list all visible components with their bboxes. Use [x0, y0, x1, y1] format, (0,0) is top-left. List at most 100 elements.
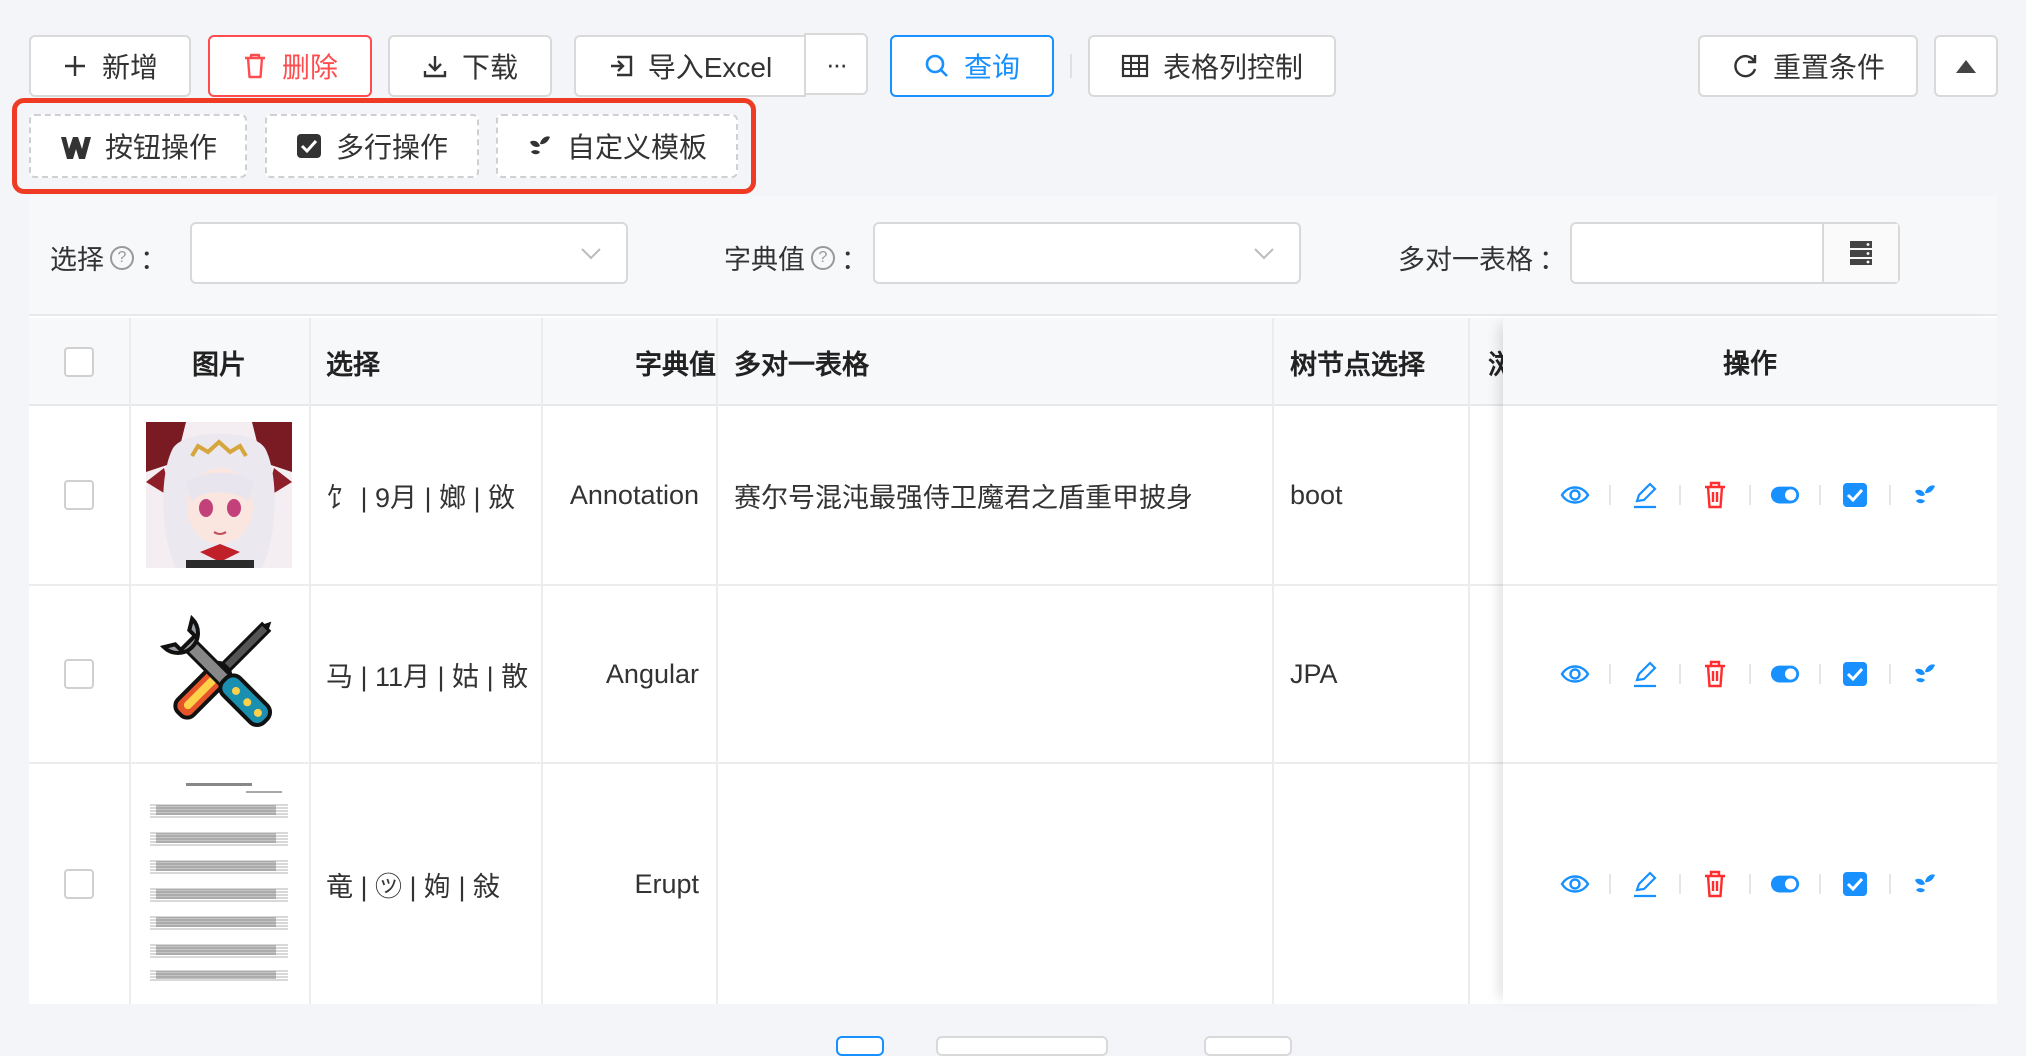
eye-icon[interactable]	[1560, 869, 1590, 899]
row-checkbox[interactable]	[64, 480, 94, 510]
row-checkbox[interactable]	[64, 659, 94, 689]
reload-icon	[1734, 54, 1757, 78]
main-panel: 选择 ? ： 字典值 ? ： 多对一表格 ： 图片 选择 字典值 多对一表格 树…	[29, 196, 1997, 1004]
checkbox-checked-icon[interactable]	[1840, 659, 1870, 689]
many-to-one-cell	[734, 764, 1264, 1004]
select-cell: 饣 | 9月 | 嫏 | 敓	[326, 482, 516, 513]
column-control-button[interactable]: 表格列控制	[1088, 35, 1336, 97]
many-to-one-filter-label: 多对一表格 ：	[1398, 245, 1566, 275]
dict-filter-label: 字典值 ? ：	[724, 245, 868, 275]
action-divider	[1609, 485, 1611, 505]
row-checkbox[interactable]	[64, 869, 94, 899]
trash-icon[interactable]	[1700, 659, 1730, 689]
image-cell	[145, 764, 293, 1004]
import-excel-button-label: 导入Excel	[647, 52, 773, 83]
reset-button-label: 重置条件	[1772, 52, 1885, 83]
plus-icon	[64, 56, 85, 76]
dict-cell: Erupt	[634, 868, 699, 899]
more-icon: ···	[826, 48, 848, 79]
import-excel-button[interactable]: 导入Excel	[574, 35, 806, 97]
toggle-on-icon[interactable]	[1770, 659, 1800, 689]
checkbox-checked-icon[interactable]	[1840, 869, 1870, 899]
action-divider	[1679, 664, 1681, 684]
sprout-icon[interactable]	[1910, 659, 1940, 689]
action-divider	[1679, 874, 1681, 894]
header-image: 图片	[192, 349, 246, 380]
many-to-one-cell: 赛尔号混沌最强侍卫魔君之盾重甲披身	[734, 482, 1193, 513]
action-divider	[1889, 664, 1891, 684]
dict-cell: Angular	[605, 658, 699, 689]
help-icon[interactable]: ?	[110, 245, 134, 270]
select-filter-label: 选择 ? ：	[50, 245, 167, 275]
reset-button[interactable]: 重置条件	[1698, 35, 1918, 97]
tree-cell: JPA	[1290, 658, 1338, 689]
chevron-down-icon	[581, 248, 601, 260]
download-button[interactable]: 下载	[388, 35, 552, 97]
more-button[interactable]: ···	[804, 33, 868, 95]
select-all-checkbox[interactable]	[64, 347, 94, 377]
header-ops: 操作	[1503, 318, 1997, 406]
sprout-icon[interactable]	[1910, 869, 1940, 899]
trash-icon	[244, 53, 265, 79]
table-icon	[1121, 54, 1149, 78]
image-cell	[145, 406, 293, 584]
row-checkbox-cell	[29, 764, 129, 1004]
toggle-on-icon[interactable]	[1770, 480, 1800, 510]
header-tree: 树节点选择	[1290, 349, 1425, 380]
edit-icon[interactable]	[1630, 869, 1660, 899]
sheet-music-image[interactable]	[146, 777, 292, 991]
action-divider	[1819, 664, 1821, 684]
pagination-size-select[interactable]	[936, 1036, 1108, 1056]
edit-icon[interactable]	[1630, 659, 1660, 689]
caret-up-icon	[1956, 60, 1976, 73]
query-button-label: 查询	[963, 52, 1020, 83]
image-cell	[145, 586, 293, 762]
select-cell: 竜 | ㋡ | 姰 | 敍	[326, 871, 501, 902]
query-button[interactable]: 查询	[890, 35, 1054, 97]
add-button-label: 新增	[101, 52, 158, 83]
select-filter-dropdown[interactable]	[190, 222, 628, 284]
search-icon	[925, 54, 948, 77]
many-to-one-filter-input[interactable]	[1570, 222, 1900, 284]
column-control-button-label: 表格列控制	[1162, 52, 1303, 83]
row-checkbox-cell	[29, 586, 129, 762]
dict-cell: Annotation	[569, 479, 699, 510]
highlight-box	[12, 98, 756, 194]
download-button-label: 下载	[461, 52, 518, 83]
header-select-all	[29, 318, 129, 406]
toggle-on-icon[interactable]	[1770, 869, 1800, 899]
pagination-jump-input[interactable]	[1204, 1036, 1292, 1056]
delete-button-label: 删除	[281, 52, 338, 83]
action-divider	[1749, 874, 1751, 894]
sprout-icon[interactable]	[1910, 480, 1940, 510]
collapse-button[interactable]	[1934, 35, 1998, 97]
eye-icon[interactable]	[1560, 659, 1590, 689]
help-icon[interactable]: ?	[811, 245, 835, 270]
row-actions	[1503, 406, 1997, 586]
eye-icon[interactable]	[1560, 480, 1590, 510]
dict-filter-dropdown[interactable]	[873, 222, 1301, 284]
header-many-to-one: 多对一表格	[734, 349, 869, 380]
add-button[interactable]: 新增	[29, 35, 191, 97]
action-divider	[1609, 664, 1611, 684]
action-divider	[1819, 485, 1821, 505]
row-checkbox-cell	[29, 406, 129, 584]
trash-icon[interactable]	[1700, 480, 1730, 510]
trash-icon[interactable]	[1700, 869, 1730, 899]
delete-button[interactable]: 删除	[208, 35, 372, 97]
anime-avatar-image[interactable]	[146, 422, 292, 568]
row-actions	[1503, 764, 1997, 1004]
action-divider	[1889, 874, 1891, 894]
crossed-tools-image[interactable]	[146, 601, 292, 747]
pagination-current-page[interactable]	[836, 1036, 884, 1056]
header-select: 选择	[326, 349, 380, 380]
toolbar-divider	[1070, 54, 1072, 78]
select-cell: 马 | 11月 | 姑 | 散	[326, 661, 529, 692]
reference-table-button[interactable]	[1822, 224, 1898, 282]
checkbox-checked-icon[interactable]	[1840, 480, 1870, 510]
action-divider	[1749, 485, 1751, 505]
action-divider	[1819, 874, 1821, 894]
action-divider	[1889, 485, 1891, 505]
edit-icon[interactable]	[1630, 480, 1660, 510]
download-icon	[423, 56, 447, 78]
